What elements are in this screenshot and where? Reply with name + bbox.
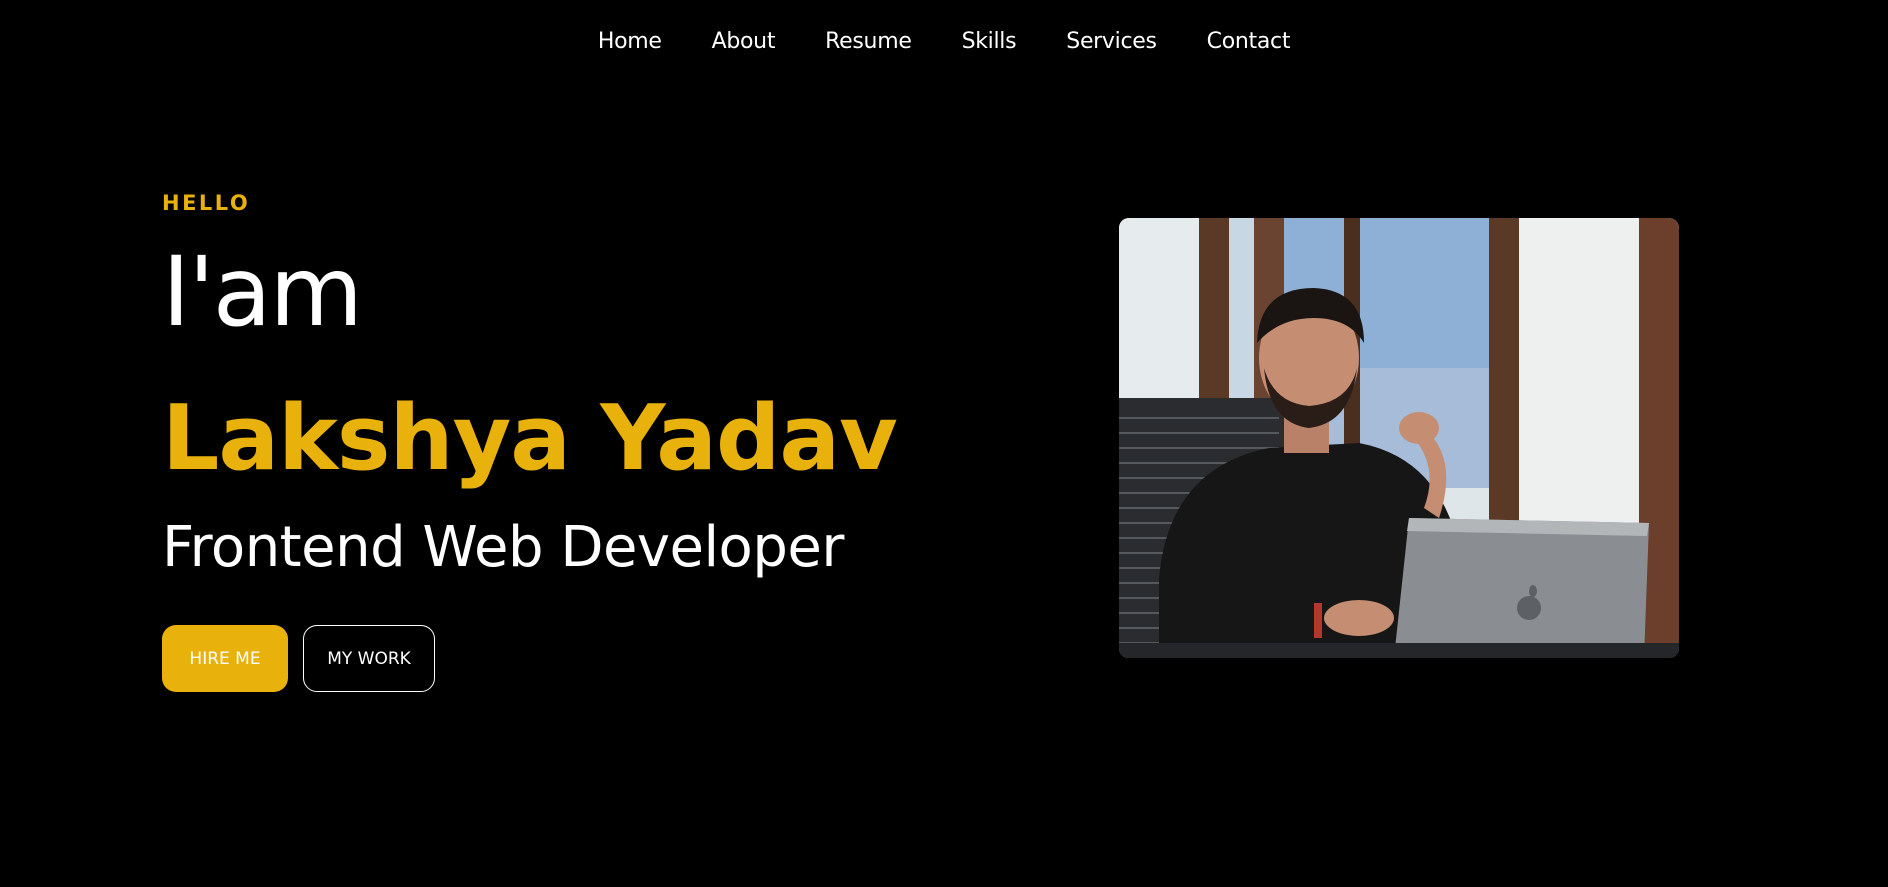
nav-contact[interactable]: Contact — [1207, 22, 1291, 62]
nav-resume[interactable]: Resume — [825, 22, 912, 62]
hero-name: Lakshya Yadav — [162, 386, 898, 491]
hero-section: HELLO I'am Lakshya Yadav Frontend Web De… — [162, 185, 1062, 583]
nav-skills[interactable]: Skills — [962, 22, 1017, 62]
hero-role: Frontend Web Developer — [162, 515, 844, 580]
nav-about[interactable]: About — [712, 22, 776, 62]
main-nav: Home About Resume Skills Services Contac… — [0, 22, 1888, 62]
hero-buttons: HIRE ME MY WORK — [162, 625, 435, 692]
hero-intro: I'am — [162, 236, 363, 348]
profile-photo-illustration — [1119, 218, 1679, 658]
my-work-button[interactable]: MY WORK — [303, 625, 435, 692]
hero-greeting: HELLO — [162, 191, 251, 215]
nav-home[interactable]: Home — [598, 22, 662, 62]
hire-me-button[interactable]: HIRE ME — [162, 625, 288, 692]
profile-photo — [1119, 218, 1679, 658]
nav-services[interactable]: Services — [1066, 22, 1157, 62]
